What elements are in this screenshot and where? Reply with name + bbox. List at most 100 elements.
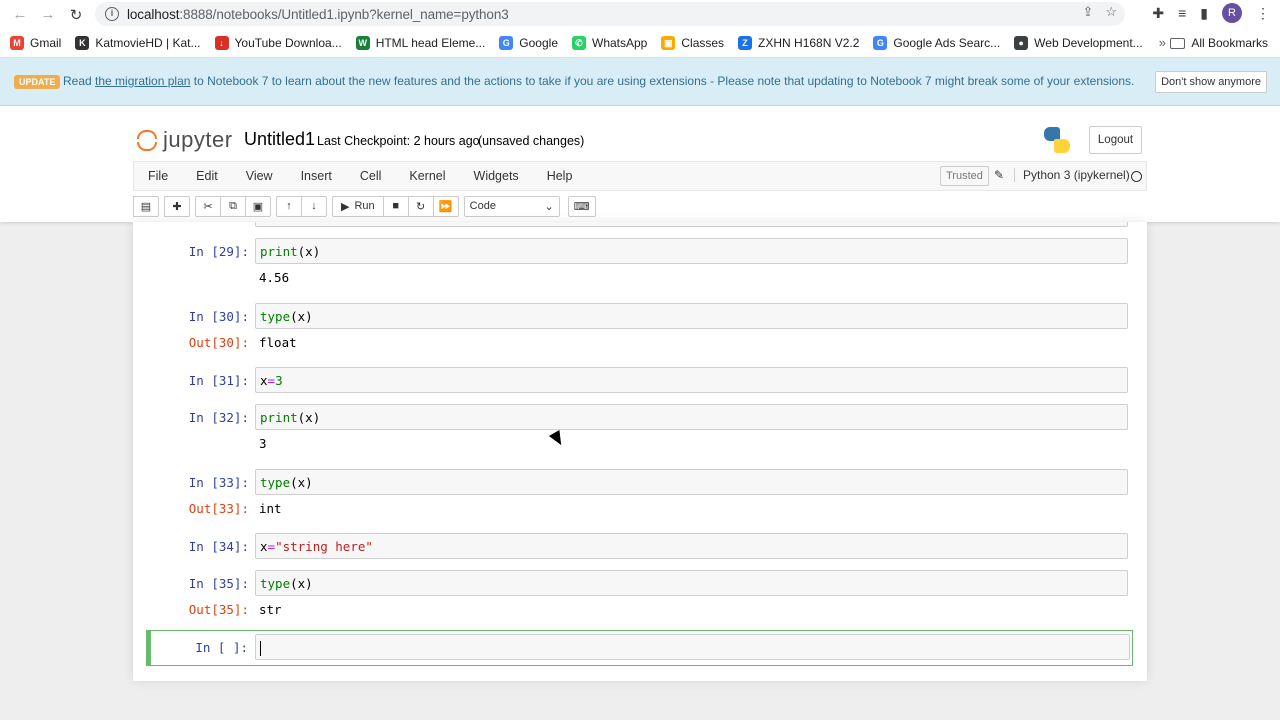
whatsapp-icon: ✆ [572, 36, 586, 50]
run-button[interactable]: ▶ Run [332, 195, 384, 217]
bookmark-item[interactable]: Z ZXHN H168N V2.2 [738, 36, 859, 50]
gmail-icon: M [10, 36, 24, 50]
all-bookmarks-label: All Bookmarks [1191, 36, 1268, 50]
bookmark-item[interactable]: W HTML head Eleme... [355, 36, 486, 50]
google-ads-icon: G [873, 36, 888, 50]
bookmark-item[interactable]: ↓ YouTube Downloa... [214, 36, 342, 50]
jupyter-header: jupyter Untitled1 Last Checkpoint: 2 hou… [0, 106, 1280, 222]
profile-avatar[interactable]: R [1222, 3, 1242, 23]
kernel-idle-indicator-icon [1131, 171, 1142, 182]
menu-cell[interactable]: Cell [346, 169, 396, 183]
save-icon[interactable]: ▤ [133, 195, 159, 217]
code-token: 3 [275, 373, 283, 388]
extensions-icon[interactable]: ✚ [1152, 5, 1164, 22]
menu-kernel[interactable]: Kernel [395, 169, 459, 183]
cell-output: str [259, 602, 282, 617]
site-info-icon[interactable]: i [105, 7, 119, 21]
bookmark-item[interactable]: ● Web Development... [1014, 36, 1143, 50]
code-input[interactable]: print(x) [255, 404, 1128, 430]
reading-list-icon[interactable]: ≡ [1178, 5, 1186, 21]
menu-view[interactable]: View [232, 169, 287, 183]
edit-pencil-icon[interactable]: ✎ [994, 168, 1004, 182]
code-token: = [267, 539, 276, 554]
web-development-icon: ● [1014, 36, 1029, 50]
browser-menu-icon[interactable]: ⋮ [1256, 5, 1270, 22]
code-token: = [267, 373, 276, 388]
code-input[interactable]: type(x) [255, 570, 1128, 596]
back-arrow-icon[interactable]: ← [6, 2, 34, 28]
copy-icon[interactable]: ⧉ [220, 195, 246, 217]
bookmark-item[interactable]: ▣ Classes [661, 36, 724, 50]
update-badge: UPDATE [14, 75, 61, 89]
all-bookmarks-button[interactable]: All Bookmarks [1170, 36, 1268, 50]
cell-output: int [259, 501, 282, 516]
input-prompt: In [32]: [188, 410, 249, 425]
bookmark-item[interactable]: G Google [499, 36, 558, 50]
cell-type-select[interactable]: Code ⌄ [463, 195, 560, 217]
active-cell[interactable]: In [ ]: [146, 630, 1133, 666]
bookmark-item[interactable]: ✆ WhatsApp [572, 36, 647, 50]
forward-arrow-icon[interactable]: → [34, 2, 62, 28]
bookmark-label: HTML head Eleme... [375, 36, 486, 50]
bookmark-label: Web Development... [1034, 36, 1143, 50]
url-text[interactable]: localhost:8888/notebooks/Untitled1.ipynb… [127, 7, 509, 22]
bookmark-label: Google Ads Searc... [893, 36, 1001, 50]
code-input[interactable]: x=3 [255, 367, 1128, 393]
partial-cell-input[interactable] [255, 222, 1128, 227]
logout-button[interactable]: Logout [1089, 126, 1142, 154]
youtube-downloader-icon: ↓ [214, 36, 229, 50]
command-palette-icon[interactable]: ⌨ [567, 195, 596, 217]
notebook-container: In [ ]: In [29]: print(x) 4.56 In [30]: type… [133, 222, 1147, 681]
input-prompt: In [29]: [188, 244, 249, 259]
reload-icon[interactable]: ↻ [62, 2, 90, 28]
menubar: File Edit View Insert Cell Kernel Widgets Help … [133, 161, 1147, 191]
cut-icon[interactable]: ✂ [195, 195, 221, 217]
jupyter-wordmark: jupyter [163, 127, 233, 152]
code-token: type [260, 576, 291, 591]
banner-message: Read the migration plan to Notebook 7 to… [63, 74, 1135, 88]
code-input[interactable]: type(x) [255, 303, 1128, 329]
bookmark-item[interactable]: G Google Ads Searc... [873, 36, 1000, 50]
kernel-name[interactable]: Python 3 (ipykernel) [1014, 168, 1130, 182]
katmovie-icon: K [75, 36, 90, 50]
bookmark-label: KatmovieHD | Kat... [95, 36, 201, 50]
menu-insert[interactable]: Insert [287, 169, 346, 183]
move-down-icon[interactable]: ↓ [301, 195, 327, 217]
code-input[interactable]: print(x) [255, 238, 1128, 264]
bookmark-star-icon[interactable]: ☆ [1105, 4, 1117, 20]
bookmarks-bar: M Gmail K KatmovieHD | Kat... ↓ YouTube Downl… [0, 29, 1280, 58]
dont-show-anymore-button[interactable]: Don't show anymore [1155, 71, 1267, 93]
menu-help[interactable]: Help [533, 169, 587, 183]
zte-icon: Z [738, 36, 753, 50]
code-token: type [260, 309, 291, 324]
more-bookmarks-icon[interactable]: » [1159, 35, 1166, 50]
code-input[interactable] [255, 634, 1130, 660]
restart-icon[interactable]: ↻ [407, 195, 434, 217]
side-panel-icon[interactable]: ▮ [1200, 5, 1208, 22]
restart-run-all-icon[interactable]: ⏩ [432, 195, 459, 217]
menu-file[interactable]: File [134, 169, 182, 183]
code-token: x [260, 539, 268, 554]
notebook-title[interactable]: Untitled1 [244, 129, 315, 150]
trusted-indicator[interactable]: Trusted [940, 166, 989, 186]
interrupt-icon[interactable]: ■ [382, 195, 409, 217]
address-bar[interactable]: i localhost:8888/notebooks/Untitled1.ipy… [95, 2, 1125, 26]
jupyter-logo[interactable]: jupyter [137, 127, 233, 153]
menu-widgets[interactable]: Widgets [460, 169, 533, 183]
insert-cell-icon[interactable]: ✚ [164, 195, 190, 217]
jupyter-logo-icon [137, 128, 157, 152]
input-prompt: In [34]: [188, 539, 249, 554]
code-token: (x) [290, 475, 313, 490]
code-token: x [260, 373, 268, 388]
bookmark-item[interactable]: M Gmail [10, 36, 61, 50]
migration-plan-link[interactable]: the migration plan [95, 74, 190, 88]
bookmark-label: YouTube Downloa... [234, 36, 342, 50]
move-up-icon[interactable]: ↑ [276, 195, 302, 217]
share-icon[interactable]: ⇪ [1082, 4, 1093, 20]
classes-icon: ▣ [661, 36, 676, 50]
menu-edit[interactable]: Edit [182, 169, 232, 183]
code-input[interactable]: x="string here" [255, 533, 1128, 559]
paste-icon[interactable]: ▣ [245, 195, 271, 217]
code-input[interactable]: type(x) [255, 469, 1128, 495]
bookmark-item[interactable]: K KatmovieHD | Kat... [75, 36, 201, 50]
